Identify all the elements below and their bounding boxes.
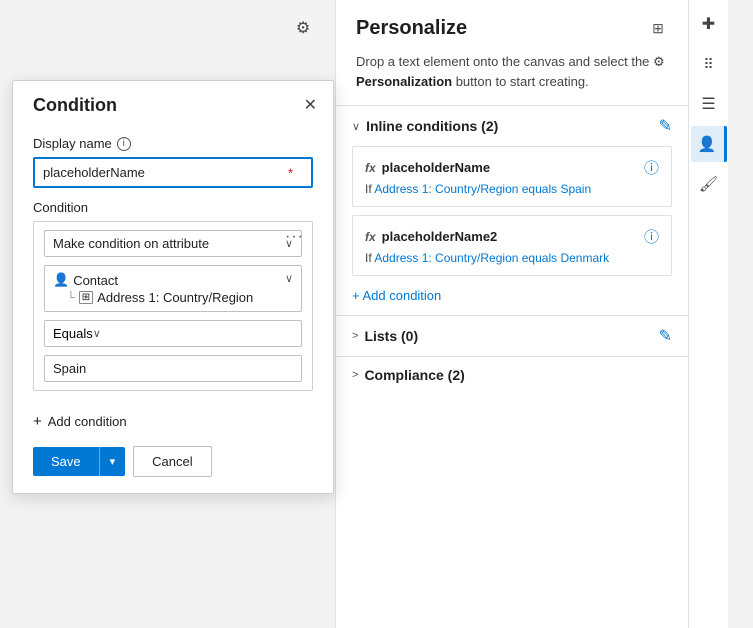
- left-background: ⚙ Condition ✕ Display name i * Condition…: [0, 0, 335, 628]
- condition-item-1-name: placeholderName: [382, 160, 638, 175]
- condition-item-2-link[interactable]: Address 1: Country/Region equals Denmark: [374, 251, 609, 265]
- dialog-body: Display name i * Condition ··· Make cond…: [13, 126, 333, 401]
- condition-item-2: fx placeholderName2 ⓘ If Address 1: Coun…: [352, 215, 672, 276]
- list-icon: ☰: [701, 94, 715, 114]
- display-name-label: Display name i: [33, 136, 313, 151]
- condition-type-dropdown[interactable]: Make condition on attribute ∨: [44, 230, 302, 257]
- inline-conditions-label: Inline conditions (2): [366, 118, 653, 134]
- address-field-label: Address 1: Country/Region: [97, 290, 253, 305]
- panel-add-condition-label: + Add condition: [352, 288, 441, 303]
- compliance-section-header[interactable]: > Compliance (2): [336, 356, 688, 393]
- attribute-selector-box[interactable]: 👤 Contact └ ⊞ Address 1: Country/Region …: [44, 265, 302, 312]
- list-icon-button[interactable]: ☰: [691, 86, 727, 122]
- save-dropdown-button[interactable]: ▾: [99, 447, 126, 476]
- fx-badge-2: fx: [365, 230, 376, 244]
- condition-item-1-header: fx placeholderName ⓘ: [365, 157, 659, 178]
- value-input[interactable]: [44, 355, 302, 382]
- brush-icon: 🖌: [699, 175, 718, 193]
- dialog-footer: Save ▾ Cancel: [13, 430, 333, 477]
- brush-icon-button[interactable]: 🖌: [691, 166, 727, 202]
- person-icon: 👤: [53, 272, 69, 288]
- condition-item-2-desc: If Address 1: Country/Region equals Denm…: [365, 251, 659, 265]
- add-condition-label: Add condition: [48, 414, 127, 429]
- gear-icon[interactable]: ⚙: [285, 10, 321, 46]
- dialog-header: Condition ✕: [13, 81, 333, 126]
- close-button[interactable]: ✕: [304, 98, 317, 114]
- info-icon: i: [117, 137, 131, 151]
- condition-dialog: Condition ✕ Display name i * Condition ·…: [12, 80, 334, 494]
- plus-icon: +: [33, 413, 42, 430]
- attribute-chevron-icon: ∨: [285, 272, 293, 285]
- inline-conditions-chevron: ∨: [352, 120, 360, 133]
- condition-item-1: fx placeholderName ⓘ If Address 1: Count…: [352, 146, 672, 207]
- condition-box: ··· Make condition on attribute ∨ 👤 Cont…: [33, 221, 313, 391]
- save-button[interactable]: Save: [33, 447, 99, 476]
- contact-row: 👤 Contact: [53, 272, 253, 288]
- name-input-wrapper: *: [33, 157, 313, 188]
- right-sidebar: ✚ ⠿ ☰ 👤 🖌: [688, 0, 728, 628]
- condition-item-1-link[interactable]: Address 1: Country/Region equals Spain: [374, 182, 591, 196]
- display-name-input[interactable]: [33, 157, 313, 188]
- gear-area: ⚙: [0, 0, 335, 46]
- inline-conditions-edit-icon[interactable]: ✎: [659, 116, 672, 136]
- inline-conditions-section-header[interactable]: ∨ Inline conditions (2) ✎: [336, 105, 688, 146]
- operator-dropdown[interactable]: Equals ∨: [44, 320, 302, 347]
- save-button-group: Save ▾: [33, 447, 125, 476]
- condition-type-label: Make condition on attribute: [53, 236, 285, 251]
- condition-item-2-info-icon[interactable]: ⓘ: [644, 226, 659, 247]
- three-dots-icon[interactable]: ···: [285, 228, 304, 246]
- panel-header: Personalize ⊞: [336, 0, 688, 42]
- panel-add-condition-link[interactable]: + Add condition: [336, 284, 688, 315]
- compliance-label: Compliance (2): [364, 367, 672, 383]
- panel-description: Drop a text element onto the canvas and …: [336, 42, 688, 105]
- condition-item-2-name: placeholderName2: [382, 229, 638, 244]
- lists-label: Lists (0): [364, 328, 652, 344]
- nodes-icon: ⠿: [703, 56, 713, 73]
- lists-edit-icon[interactable]: ✎: [659, 326, 672, 346]
- personalize-panel: Personalize ⊞ Drop a text element onto t…: [335, 0, 688, 628]
- person-icon-button[interactable]: 👤: [691, 126, 727, 162]
- add-icon-button[interactable]: ✚: [691, 6, 727, 42]
- field-icon: ⊞: [79, 291, 93, 304]
- compliance-chevron: >: [352, 369, 358, 381]
- condition-section-label: Condition: [33, 200, 313, 215]
- lists-chevron: >: [352, 330, 358, 342]
- personalize-button-ref-icon: ⚙: [653, 54, 665, 69]
- dialog-title: Condition: [33, 95, 117, 116]
- lists-section-header[interactable]: > Lists (0) ✎: [336, 315, 688, 356]
- fx-badge-1: fx: [365, 161, 376, 175]
- panel-icon-button[interactable]: ⊞: [644, 14, 672, 42]
- attribute-content: 👤 Contact └ ⊞ Address 1: Country/Region: [53, 272, 253, 305]
- person-icon: 👤: [698, 135, 717, 153]
- panel-title: Personalize: [356, 17, 467, 40]
- contact-label: Contact: [73, 273, 118, 288]
- address-field-row: └ ⊞ Address 1: Country/Region: [53, 290, 253, 305]
- tree-branch-icon: └: [67, 292, 75, 304]
- cancel-button[interactable]: Cancel: [133, 446, 211, 477]
- operator-label: Equals: [53, 326, 93, 341]
- condition-item-1-desc: If Address 1: Country/Region equals Spai…: [365, 182, 659, 196]
- add-icon: ✚: [702, 14, 715, 34]
- add-condition-link[interactable]: + Add condition: [33, 413, 333, 430]
- operator-chevron-icon: ∨: [93, 327, 101, 340]
- condition-item-1-info-icon[interactable]: ⓘ: [644, 157, 659, 178]
- personalization-label: Personalization: [356, 74, 452, 89]
- nodes-icon-button[interactable]: ⠿: [691, 46, 727, 82]
- condition-item-2-header: fx placeholderName2 ⓘ: [365, 226, 659, 247]
- required-star: *: [288, 165, 293, 180]
